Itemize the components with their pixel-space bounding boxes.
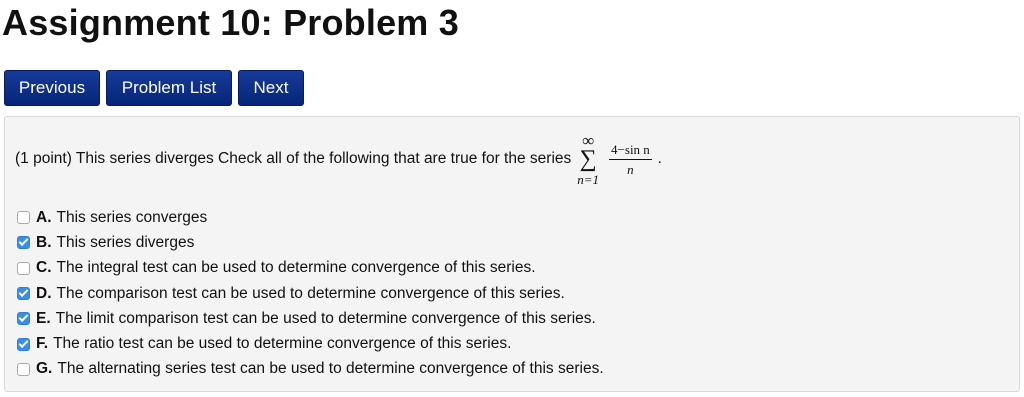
series-term: 4−sin n n (609, 143, 652, 176)
option-d[interactable]: D. The comparison test can be used to de… (17, 281, 604, 306)
option-letter: A. (36, 208, 52, 226)
option-f[interactable]: F. The ratio test can be used to determi… (17, 331, 604, 356)
option-letter: F. (36, 335, 49, 353)
summation: ∞ ∑ n=1 (577, 132, 599, 186)
option-b[interactable]: B. This series diverges (17, 230, 604, 255)
sum-lower-limit: n=1 (577, 172, 600, 187)
option-text: The alternating series test can be used … (57, 360, 604, 378)
option-letter: E. (36, 309, 51, 327)
option-e[interactable]: E. The limit comparison test can be used… (17, 306, 604, 331)
next-button[interactable]: Next (238, 70, 304, 106)
series-expression: ∞ ∑ n=1 4−sin n n . (577, 132, 661, 186)
option-text: The ratio test can be used to determine … (53, 335, 512, 353)
option-letter: B. (36, 233, 52, 251)
question-text: (1 point) This series diverges Check all… (15, 150, 572, 167)
problem-navigation: Previous Problem List Next (4, 70, 304, 106)
term-denominator: n (627, 161, 634, 177)
checkbox[interactable] (17, 261, 30, 275)
checkbox[interactable] (17, 287, 30, 301)
option-letter: D. (36, 284, 52, 302)
question: (1 point) This series diverges Check all… (15, 132, 662, 186)
checkbox[interactable] (17, 312, 30, 326)
option-a[interactable]: A. This series converges (17, 205, 604, 230)
checkbox[interactable] (17, 362, 30, 376)
series-period: . (657, 150, 662, 167)
checkbox[interactable] (17, 236, 30, 250)
answer-options: A. This series converges B. This series … (17, 205, 604, 382)
previous-button[interactable]: Previous (4, 70, 100, 106)
option-text: The integral test can be used to determi… (56, 259, 536, 277)
option-text: This series converges (56, 208, 208, 226)
checkbox[interactable] (17, 337, 30, 351)
problem-list-button[interactable]: Problem List (106, 70, 232, 106)
problem-panel: (1 point) This series diverges Check all… (4, 116, 1020, 392)
option-letter: C. (36, 259, 52, 277)
term-numerator: 4−sin n (609, 143, 652, 160)
option-g[interactable]: G. The alternating series test can be us… (17, 357, 604, 382)
page-title: Assignment 10: Problem 3 (2, 2, 459, 43)
checkbox[interactable] (17, 211, 30, 225)
option-letter: G. (36, 360, 53, 378)
option-text: The comparison test can be used to deter… (56, 284, 565, 302)
sigma-symbol: ∑ (579, 146, 597, 172)
option-text: This series diverges (56, 233, 195, 251)
option-text: The limit comparison test can be used to… (55, 309, 596, 327)
option-c[interactable]: C. The integral test can be used to dete… (17, 256, 604, 281)
